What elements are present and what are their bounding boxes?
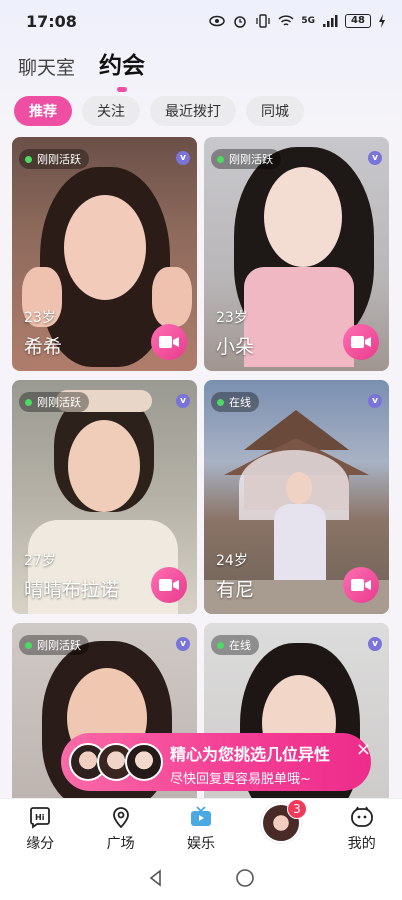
nav-label: 娱乐 (186, 836, 215, 852)
charging-icon (379, 14, 385, 28)
profile-age: 24岁 (216, 553, 248, 569)
profile-card[interactable]: 刚刚活跃 v 23岁 希希 (12, 137, 197, 371)
profile-card[interactable]: 刚刚活跃 v 27岁 晴晴布拉诺 (12, 380, 197, 614)
status-time: 17:08 (26, 11, 77, 31)
filter-same-city[interactable]: 同城 (246, 96, 304, 126)
wifi-icon (278, 15, 294, 26)
svg-text:Hi: Hi (35, 813, 45, 822)
video-camera-icon (159, 579, 179, 591)
online-dot (25, 155, 32, 163)
banner-title: 精心为您挑选几位异性 (170, 745, 331, 764)
video-camera-icon (351, 336, 371, 348)
profile-name: 有尼 (216, 579, 255, 601)
profile-card[interactable]: 在线 v 24岁 有尼 (204, 380, 389, 614)
close-icon[interactable]: × (356, 739, 371, 760)
profile-age: 23岁 (216, 310, 248, 326)
notification-badge: 3 (287, 799, 307, 819)
bottom-nav: Hi 缘分 广场 娱乐 我的 (0, 798, 402, 856)
video-camera-icon (351, 579, 371, 591)
battery-icon: 48 (345, 14, 371, 28)
verified-icon: v (368, 394, 382, 408)
verified-icon: v (176, 151, 190, 165)
location-icon (112, 807, 129, 829)
video-call-button[interactable] (343, 324, 379, 360)
nav-item-plaza[interactable]: 广场 (80, 799, 160, 856)
verified-icon: v (176, 394, 190, 408)
online-dot (217, 155, 224, 163)
hi-icon: Hi (30, 807, 51, 829)
status-bar: 17:08 5G 48 (0, 0, 402, 42)
video-call-button[interactable] (151, 567, 187, 603)
vibrate-icon (256, 14, 270, 28)
activity-badge: 刚刚活跃 (19, 392, 89, 412)
nav-item-fate[interactable]: Hi 缘分 (0, 799, 80, 856)
alarm-icon (234, 16, 247, 28)
nav-item-entertainment[interactable]: 娱乐 (161, 799, 241, 856)
profile-card[interactable]: 刚刚活跃 v 23岁 小朵 (204, 137, 389, 371)
nav-label: 缘分 (26, 836, 55, 852)
home-icon[interactable] (235, 868, 255, 888)
tv-icon (190, 806, 211, 826)
tab-chatroom[interactable]: 聊天室 (18, 53, 75, 80)
video-call-button[interactable] (151, 324, 187, 360)
network-label: 5G (301, 16, 315, 26)
filter-following[interactable]: 关注 (82, 96, 140, 126)
verified-icon: v (176, 637, 190, 651)
online-dot (217, 641, 224, 649)
online-dot (25, 641, 32, 649)
back-icon[interactable] (147, 869, 165, 887)
filter-chips: 推荐 关注 最近拨打 同城 (14, 96, 304, 126)
tab-dating[interactable]: 约会 (99, 46, 145, 92)
activity-badge: 刚刚活跃 (19, 635, 89, 655)
verified-icon: v (368, 151, 382, 165)
nav-label: 广场 (106, 836, 135, 852)
face-icon (350, 806, 373, 827)
activity-badge: 在线 (211, 635, 259, 655)
banner-subtitle: 尽快回复更容易脱单哦~ (170, 772, 311, 787)
profile-name: 希希 (24, 336, 63, 358)
banner-avatar (125, 743, 163, 781)
activity-badge: 刚刚活跃 (211, 149, 281, 169)
recommendation-banner[interactable]: 精心为您挑选几位异性 尽快回复更容易脱单哦~ × (61, 733, 371, 791)
header-tabs: 聊天室 约会 (18, 46, 145, 92)
filter-recent-calls[interactable]: 最近拨打 (150, 96, 236, 126)
eye-icon (209, 15, 226, 27)
video-camera-icon (159, 336, 179, 348)
nav-label: 我的 (347, 836, 376, 852)
filter-recommend[interactable]: 推荐 (14, 96, 72, 126)
profile-age: 27岁 (24, 553, 56, 569)
verified-icon: v (368, 637, 382, 651)
banner-text: 精心为您挑选几位异性 尽快回复更容易脱单哦~ (170, 741, 330, 787)
online-dot (25, 398, 32, 406)
system-navigation (0, 856, 402, 900)
profile-age: 23岁 (24, 310, 56, 326)
status-icons: 5G 48 (209, 14, 386, 28)
video-call-button[interactable] (343, 567, 379, 603)
nav-item-mine[interactable]: 我的 (322, 799, 402, 856)
online-dot (217, 398, 224, 406)
profile-name: 晴晴布拉诺 (24, 579, 120, 601)
signal-icon (323, 15, 338, 27)
activity-badge: 在线 (211, 392, 259, 412)
activity-badge: 刚刚活跃 (19, 149, 89, 169)
profile-name: 小朵 (216, 336, 255, 358)
